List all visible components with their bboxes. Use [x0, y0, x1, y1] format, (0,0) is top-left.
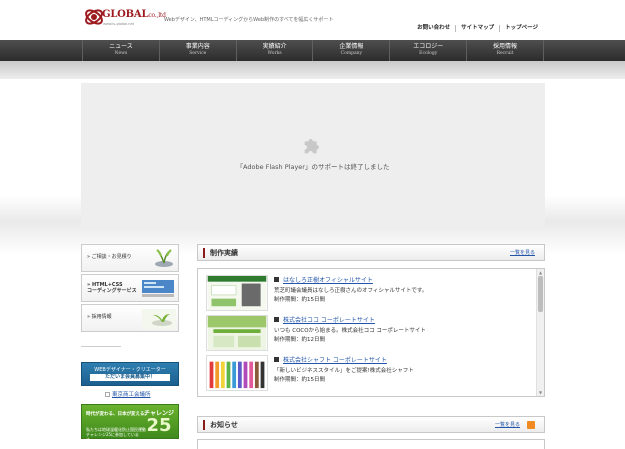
nav-shadow-band [0, 61, 625, 79]
bullet-icon [274, 357, 279, 362]
work-period: 制作期間：約12日間 [274, 337, 325, 343]
sidebar-item-coding-service[interactable]: » HTML+CSS コーディングサービス [81, 274, 179, 302]
work-thumbnail[interactable] [206, 275, 268, 311]
works-header: 制作実績 一覧を見る [197, 244, 545, 261]
work-title-link[interactable]: 株式会社ココ コーポレートサイト [283, 315, 375, 324]
logo[interactable]: GLOBALco.,ltd www.is-global.net [83, 6, 168, 30]
work-thumbnail[interactable] [206, 315, 268, 351]
scroll-up-icon[interactable]: ▲ [539, 270, 542, 275]
nav-ecology[interactable]: エコロジー Ecology [389, 40, 466, 61]
tokyo-chamber-link[interactable]: 東京商工会議所 [105, 390, 151, 398]
list-item: はなしろ正樹オフィシャルサイト 荒芝町議会議員はなしろ正樹さんのオフィシャルサイ… [206, 275, 528, 311]
sidebar-item-label: » 採用情報 [87, 314, 112, 320]
code-icon [142, 280, 174, 297]
news-title: お知らせ [210, 421, 238, 429]
news-header: お知らせ 一覧を見る [197, 416, 545, 433]
works-title: 制作実績 [210, 249, 238, 257]
works-more-link[interactable]: 一覧を見る [510, 249, 535, 256]
puzzle-piece-icon [304, 139, 319, 154]
bullet-icon [274, 277, 279, 282]
nav-service[interactable]: 事業内容 Service [158, 40, 236, 61]
sitemap-link[interactable]: サイトマップ [455, 25, 499, 32]
sidebar-item-consultation[interactable]: » ご相談・お見積り [81, 244, 179, 272]
heading-accent-bar [203, 420, 205, 430]
top-links: お問い合わせ サイトマップ トップページ [412, 25, 543, 32]
flash-message: 「Adobe Flash Player」のサポートは終了しました [236, 163, 390, 171]
news-more-link[interactable]: 一覧を見る [495, 421, 520, 428]
header: GLOBALco.,ltd www.is-global.net Webデザイン、… [0, 0, 625, 40]
sidebar-divider [81, 346, 121, 347]
work-period: 制作期間：約15日間 [274, 377, 325, 383]
work-description: 荒芝町議会議員はなしろ正樹さんのオフィシャルサイトです。 [274, 288, 428, 294]
flash-placeholder: 「Adobe Flash Player」のサポートは終了しました [81, 83, 545, 227]
sprout-icon [142, 309, 176, 329]
work-title-link[interactable]: はなしろ正樹オフィシャルサイト [283, 275, 373, 284]
broken-image-icon [105, 392, 110, 397]
nav-news[interactable]: ニュース News [82, 40, 159, 61]
challenge25-banner[interactable]: 時代が変わる、日本が変える。 私たちは地球温暖化防止国民運動 チャレンジ25に参… [81, 404, 179, 442]
list-item: 株式会社ココ コーポレートサイト いつも COCOから始まる。株式会社ココ コー… [206, 315, 528, 351]
scroll-down-icon[interactable]: ▼ [539, 390, 542, 395]
nav-company[interactable]: 企業情報 Company [312, 40, 389, 61]
nav-works[interactable]: 実績紹介 Works [235, 40, 313, 61]
logo-text: GLOBALco.,ltd [102, 9, 166, 20]
work-thumbnail[interactable] [206, 355, 268, 391]
nav-recruit[interactable]: 採用情報 Recruit [466, 40, 544, 61]
work-title-link[interactable]: 株式会社シャフト コーポレートサイト [283, 355, 387, 364]
global-nav: ニュース News 事業内容 Service 実績紹介 Works 企業情報 Compa… [0, 40, 625, 61]
challenge25-logo: チャレンジ 25 [144, 410, 174, 436]
sidebar-item-recruit[interactable]: » 採用情報 [81, 304, 179, 332]
tagline: Webデザイン、HTMLコーディングからWeb制作のすべてを幅広くサポート [164, 17, 334, 23]
work-period: 制作期間：約15日間 [274, 297, 325, 303]
sidebar-item-label: » HTML+CSS コーディングサービス [87, 282, 137, 294]
works-scrollbar[interactable]: ▲ ▼ [536, 269, 544, 396]
heading-accent-bar [203, 248, 205, 258]
bullet-icon [274, 317, 279, 322]
works-list[interactable]: はなしろ正樹オフィシャルサイト 荒芝町議会議員はなしろ正樹さんのオフィシャルサイ… [197, 268, 545, 397]
logo-subtext: www.is-global.net [103, 22, 134, 26]
work-description: 「新しいビジネススタイル」をご提案!株式会社シャフト [274, 368, 414, 374]
news-list [197, 439, 545, 449]
rss-icon[interactable] [527, 421, 535, 429]
sidebar-item-label: » ご相談・お見積り [87, 254, 132, 260]
contact-link[interactable]: お問い合わせ [412, 25, 455, 32]
list-item: 株式会社シャフト コーポレートサイト 「新しいビジネススタイル」をご提案!株式会… [206, 355, 528, 391]
designer-recruit-banner[interactable]: WEBデザイナー・クリエーター ただいま会員募集中！ [81, 362, 179, 386]
work-description: いつも COCOから始まる。株式会社ココ コーポレートサイト [274, 328, 426, 334]
plant-icon [155, 249, 173, 267]
top-page-link[interactable]: トップページ [499, 25, 543, 32]
scrollbar-thumb[interactable] [538, 276, 543, 312]
